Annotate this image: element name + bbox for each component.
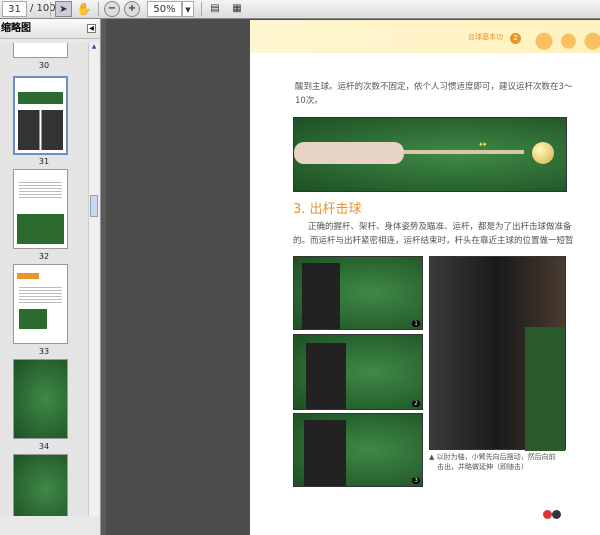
document-page: 台球基本功 2 酸到主球。运杆的次数不固定，依个人习惯适度即可，建议运杆次数在3… (250, 20, 600, 535)
fit-page-button[interactable]: ▤ (208, 1, 222, 17)
photo-caption: ▲ 以肘为轴，小臂先向后摆动，然后向前 (429, 453, 556, 461)
photo-number: 3 (412, 477, 420, 484)
red-ball-icon (543, 510, 552, 519)
photo-number: 2 (412, 400, 420, 407)
panel-splitter[interactable] (101, 19, 106, 535)
cursor-icon: ➤ (59, 4, 68, 15)
zoom-out-button[interactable]: − (104, 1, 120, 17)
photo-caption: 击出，并略做延伸（即随击） (437, 463, 528, 471)
body-text: 的。而运杆与出杆紧密相连，运杆结束时，杆头在靠近主球的位置做一短暂 (293, 236, 574, 246)
section-title: 3. 出杆击球 (293, 202, 362, 217)
page-header: 台球基本功 2 (250, 20, 600, 53)
chevron-down-icon: ▼ (185, 6, 191, 14)
toolbar: 31 / 100 ➤ ✋ − + 50% ▼ ▤ ▦ (0, 0, 600, 19)
thumbnail-list: 30 31 32 33 34 (0, 43, 88, 516)
thumbnail-scrollbar[interactable]: ▲ (88, 43, 99, 516)
side-view-photo (429, 256, 566, 451)
select-tool-button[interactable]: ➤ (55, 1, 72, 17)
body-text: 10次。 (295, 96, 323, 106)
thumbnail-label: 30 (38, 61, 50, 70)
cue-ball (532, 142, 554, 164)
sequence-photo-1: 1 (293, 256, 423, 330)
body-text: 酸到主球。运杆的次数不固定，依个人习惯适度即可，建议运杆次数在3～ (295, 82, 573, 92)
thumbnail-label: 31 (38, 157, 50, 166)
zoom-input[interactable]: 50% (147, 1, 182, 17)
hand-tool-button[interactable]: ✋ (76, 1, 92, 17)
minus-icon: − (107, 3, 117, 14)
zoom-in-button[interactable]: + (124, 1, 140, 17)
chapter-badge: 2 (510, 33, 521, 44)
thumbnail-page-30[interactable] (13, 43, 68, 58)
hand-icon: ✋ (76, 2, 92, 16)
body-text: 正确的握杆、架杆、身体姿势及瞄准、运杆，都是为了出杆击球做准备 (308, 222, 572, 232)
cue-stroke-photo: ↔ (293, 117, 567, 192)
photo-number: 1 (412, 320, 420, 327)
thumbnail-page-34[interactable] (13, 359, 68, 439)
sequence-photo-3: 3 (293, 413, 423, 487)
sequence-photo-2: 2 (293, 334, 423, 410)
header-decoration (530, 28, 600, 50)
black-ball-icon (552, 510, 561, 519)
thumbnail-label: 32 (38, 252, 50, 261)
collapse-panel-button[interactable]: ◀ (87, 24, 96, 33)
scrollbar-thumb[interactable] (90, 195, 98, 217)
page-total: / 100 (30, 3, 56, 14)
fit-width-icon: ▦ (232, 3, 242, 14)
zoom-dropdown[interactable]: ▼ (182, 1, 194, 17)
thumbnail-label: 33 (38, 347, 50, 356)
thumbnail-page-31[interactable] (13, 76, 68, 155)
fit-page-icon: ▤ (210, 3, 220, 14)
scroll-up-icon[interactable]: ▲ (89, 43, 99, 53)
panel-title: 缩略图 (1, 23, 31, 34)
thumbnail-page-35[interactable] (13, 454, 68, 516)
thumbnail-page-33[interactable] (13, 264, 68, 344)
thumbnail-page-32[interactable] (13, 169, 68, 249)
fit-width-button[interactable]: ▦ (230, 1, 244, 17)
thumbnail-label: 34 (38, 442, 50, 451)
plus-icon: + (127, 3, 137, 14)
page-number-input[interactable]: 31 (2, 1, 27, 17)
header-text: 台球基本功 (468, 33, 503, 41)
